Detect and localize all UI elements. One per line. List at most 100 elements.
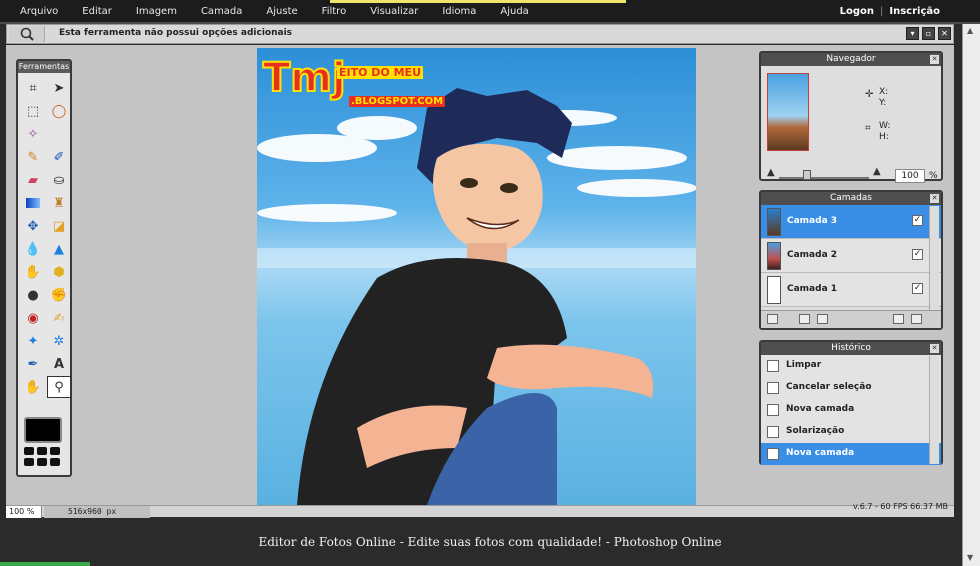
- paint-bucket-icon[interactable]: ⛀: [47, 169, 71, 191]
- delete-layer-icon[interactable]: [911, 314, 922, 324]
- pinch-tool-icon[interactable]: ✲: [47, 330, 71, 352]
- option-dot[interactable]: [24, 458, 34, 466]
- history-item[interactable]: Nova camada: [761, 399, 941, 421]
- menu-ajuste[interactable]: Ajuste: [254, 6, 309, 17]
- logo-url: .BLOGSPOT.COM: [349, 96, 446, 107]
- page-scrollbar[interactable]: ▲ ▼: [962, 24, 980, 566]
- sharpen-tool-icon[interactable]: ▲: [47, 238, 71, 260]
- layer-name: Camada 1: [787, 284, 838, 294]
- layer-visibility-checkbox[interactable]: ✓: [912, 215, 923, 226]
- color-replace-icon[interactable]: ✥: [21, 215, 45, 237]
- scroll-down-icon[interactable]: ▼: [967, 553, 973, 562]
- image-canvas[interactable]: Tmj EITO DO MEU .BLOGSPOT.COM: [257, 48, 696, 505]
- zoom-slider-track[interactable]: [779, 177, 869, 179]
- option-dot[interactable]: [50, 447, 60, 455]
- layer-thumbnail: [767, 276, 781, 304]
- menu-imagem[interactable]: Imagem: [124, 6, 189, 17]
- maximize-button[interactable]: ▫: [922, 27, 935, 40]
- navigator-title: Navegador: [826, 54, 876, 64]
- burn-tool-icon[interactable]: ✊: [47, 284, 71, 306]
- zoom-in-icon[interactable]: ▲: [873, 166, 881, 177]
- zoom-out-icon[interactable]: ▲: [767, 167, 775, 178]
- smudge-tool-icon[interactable]: ✋: [21, 261, 45, 283]
- new-layer-icon[interactable]: [893, 314, 904, 324]
- history-item[interactable]: Cancelar seleção: [761, 377, 941, 399]
- window-controls: ▾ ▫ ✕: [906, 27, 951, 40]
- close-icon[interactable]: ✕: [930, 344, 939, 353]
- option-dot[interactable]: [50, 458, 60, 466]
- dodge-tool-icon[interactable]: ●: [21, 284, 45, 306]
- layer-item[interactable]: Camada 1 ✓: [761, 273, 941, 307]
- history-item[interactable]: Nova camada: [761, 443, 941, 465]
- sponge-tool-icon[interactable]: ⬢: [47, 261, 71, 283]
- option-dot[interactable]: [37, 458, 47, 466]
- move-tool-icon[interactable]: ➤: [47, 77, 71, 99]
- close-icon[interactable]: ✕: [930, 55, 939, 64]
- spot-heal-icon[interactable]: ✍: [47, 307, 71, 329]
- hand-tool-icon[interactable]: ✋: [21, 376, 45, 398]
- history-scrollbar[interactable]: [929, 356, 939, 464]
- option-dot[interactable]: [24, 447, 34, 455]
- crop-tool-icon[interactable]: ⌗: [21, 77, 45, 99]
- layer-item[interactable]: Camada 2 ✓: [761, 239, 941, 273]
- menu-filtro[interactable]: Filtro: [310, 6, 359, 17]
- history-item[interactable]: Solarização: [761, 421, 941, 443]
- cartoon-artwork: [257, 88, 696, 505]
- history-item[interactable]: Limpar: [761, 355, 941, 377]
- h-label: H:: [879, 132, 889, 142]
- menu-idioma[interactable]: Idioma: [430, 6, 488, 17]
- bloat-tool-icon[interactable]: ✦: [21, 330, 45, 352]
- dropdown-button[interactable]: ▾: [906, 27, 919, 40]
- layer-item[interactable]: Camada 3 ✓: [761, 205, 941, 239]
- history-label: Limpar: [786, 360, 822, 370]
- pencil-tool-icon[interactable]: ✎: [21, 146, 45, 168]
- layer-visibility-checkbox[interactable]: ✓: [912, 249, 923, 260]
- gradient-tool-icon[interactable]: [21, 192, 45, 214]
- layer-visibility-checkbox[interactable]: ✓: [912, 283, 923, 294]
- menu-editar[interactable]: Editar: [70, 6, 124, 17]
- status-zoom[interactable]: 100 %: [6, 506, 42, 518]
- x-label: X:: [879, 87, 889, 97]
- layer-style-icon[interactable]: [817, 314, 828, 324]
- close-icon[interactable]: ✕: [930, 194, 939, 203]
- stamp-tool-icon[interactable]: ♜: [47, 192, 71, 214]
- layer-thumbnail: [767, 242, 781, 270]
- color-swatch[interactable]: [24, 417, 62, 443]
- status-bar: 100 % 516x960 px v.6.7 - 60 FPS 66.37 MB: [6, 502, 954, 518]
- account-separator: |: [880, 6, 884, 17]
- brush-tool-icon[interactable]: ✐: [47, 146, 71, 168]
- marquee-tool-icon[interactable]: ⬚: [21, 100, 45, 122]
- zoom-input[interactable]: 100: [895, 169, 925, 183]
- current-tool-indicator: [9, 26, 45, 42]
- magic-wand-icon[interactable]: ✧: [21, 123, 45, 145]
- close-button[interactable]: ✕: [938, 27, 951, 40]
- layer-name: Camada 2: [787, 250, 838, 260]
- layers-header: Camadas ✕: [761, 192, 941, 205]
- layer-name: Camada 3: [787, 216, 838, 226]
- menu-camada[interactable]: Camada: [189, 6, 254, 17]
- red-eye-tool-icon[interactable]: ◉: [21, 307, 45, 329]
- menu-arquivo[interactable]: Arquivo: [8, 6, 70, 17]
- layers-scrollbar[interactable]: [929, 206, 939, 312]
- navigator-thumbnail[interactable]: [767, 73, 809, 151]
- scroll-up-icon[interactable]: ▲: [967, 26, 973, 35]
- type-tool-icon[interactable]: A: [47, 353, 71, 375]
- layer-properties-icon[interactable]: [767, 314, 778, 324]
- zoom-tool-icon[interactable]: ⚲: [47, 376, 71, 398]
- menu-ajuda[interactable]: Ajuda: [488, 6, 540, 17]
- menu-visualizar[interactable]: Visualizar: [358, 6, 430, 17]
- color-picker-icon[interactable]: ✒: [21, 353, 45, 375]
- signup-link[interactable]: Inscrição: [889, 6, 940, 17]
- history-step-icon: [767, 426, 779, 438]
- option-dot[interactable]: [37, 447, 47, 455]
- blur-tool-icon[interactable]: 💧: [21, 238, 45, 260]
- eraser-tool-icon[interactable]: ▰: [21, 169, 45, 191]
- layer-mask-icon[interactable]: [799, 314, 810, 324]
- empty-tool-slot: [47, 123, 71, 145]
- lasso-tool-icon[interactable]: ◯: [47, 100, 71, 122]
- login-link[interactable]: Logon: [840, 6, 874, 17]
- zoom-slider-handle[interactable]: [803, 170, 811, 180]
- history-step-icon: [767, 404, 779, 416]
- drawing-tool-icon[interactable]: ◪: [47, 215, 71, 237]
- caption-text: Editor de Fotos Online - Edite suas foto…: [258, 535, 722, 549]
